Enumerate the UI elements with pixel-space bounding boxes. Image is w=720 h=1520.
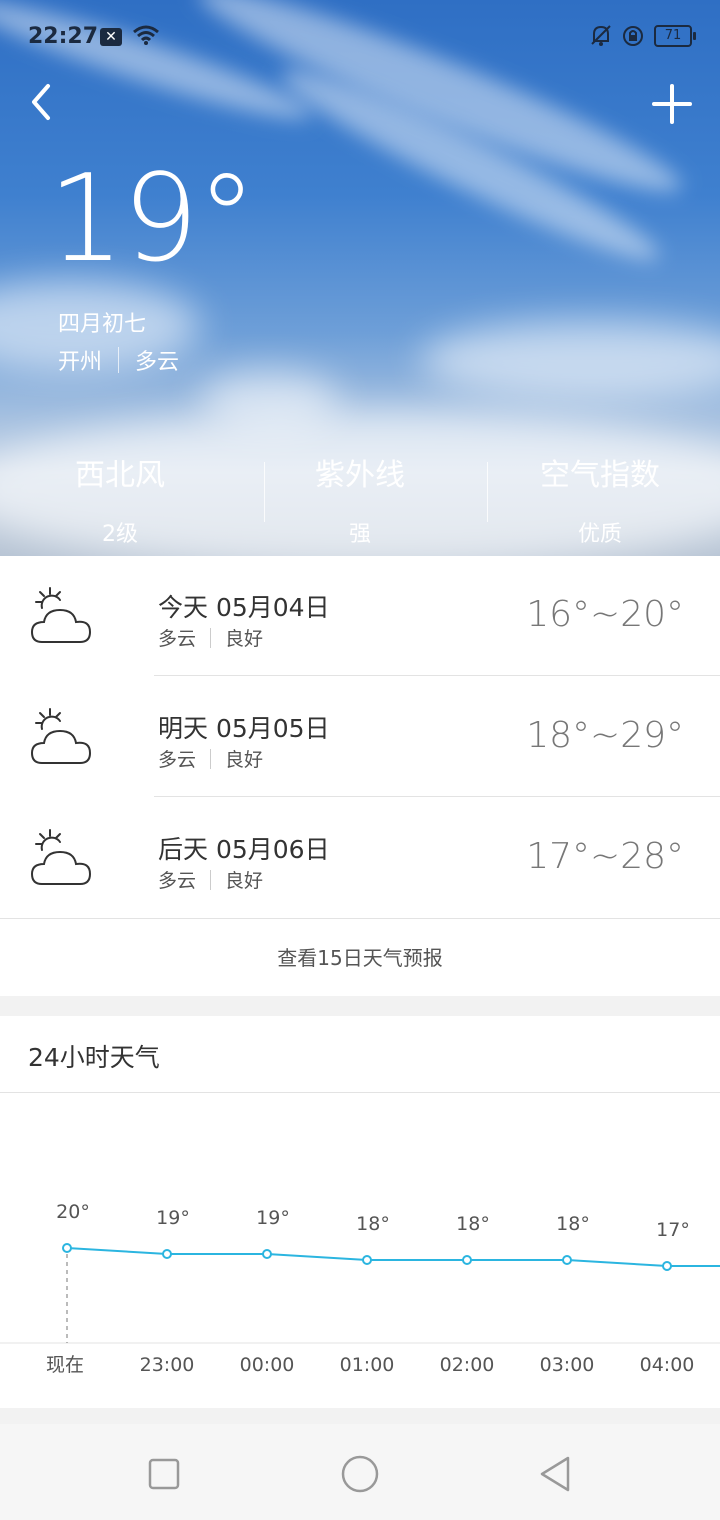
forecast-desc: 多云 良好 <box>158 866 263 893</box>
temperature-point <box>662 1261 672 1271</box>
notification-icon: ✕ <box>100 28 122 46</box>
metric-value: 强 <box>348 522 371 547</box>
forecast-desc: 多云 良好 <box>158 745 263 772</box>
hour-label: 现在 <box>46 1354 84 1376</box>
temperature-point <box>62 1243 72 1253</box>
forecast-date: 今天 05月04日 <box>158 593 330 622</box>
metric-label: 紫外线 <box>315 458 405 493</box>
back-nav-icon[interactable] <box>536 1454 576 1494</box>
metric-value: 2级 <box>102 522 138 547</box>
forecast-range: 16°~20° <box>526 594 684 635</box>
metric-value: 优质 <box>577 522 622 547</box>
forecast-air: 良好 <box>225 870 264 892</box>
temperature-point <box>462 1255 472 1265</box>
forecast-air: 良好 <box>225 749 264 771</box>
wifi-icon <box>133 25 159 45</box>
forecast-range: 18°~29° <box>526 715 684 756</box>
temperature-label: 18° <box>456 1213 490 1235</box>
partly-cloudy-icon <box>30 587 92 643</box>
temperature-label: 19° <box>156 1207 190 1229</box>
city-name: 开州 <box>58 350 103 375</box>
temperature-label: 18° <box>356 1213 390 1235</box>
temperature-label: 17° <box>656 1219 690 1241</box>
home-icon[interactable] <box>340 1454 380 1494</box>
temperature-point <box>562 1255 572 1265</box>
forecast-desc: 多云 良好 <box>158 624 263 651</box>
hour-label: 02:00 <box>440 1354 495 1376</box>
hourly-section: 24小时天气 20° 现在 19° 23:00 19° 00:00 18° 01:00 18° 0… <box>0 1016 720 1408</box>
divider <box>210 869 212 890</box>
forecast-row[interactable]: 明天 05月05日 多云 良好 18°~29° <box>0 677 720 797</box>
status-bar: 22:27 ✕ 71 <box>28 22 696 52</box>
partly-cloudy-icon <box>30 708 92 764</box>
hour-label: 04:00 <box>640 1354 695 1376</box>
forecast-date: 明天 05月05日 <box>158 714 330 743</box>
current-condition: 多云 <box>135 350 180 375</box>
recent-apps-icon[interactable] <box>144 1454 184 1494</box>
metric-uv: 紫外线 强 <box>240 450 480 547</box>
forecast-range: 17°~28° <box>526 836 684 877</box>
back-icon[interactable] <box>28 82 58 122</box>
forecast-condition: 多云 <box>158 749 197 771</box>
cloud <box>200 370 340 430</box>
forecast-condition: 多云 <box>158 628 197 650</box>
partly-cloudy-icon <box>30 829 92 885</box>
weather-metrics: 西北风 2级 紫外线 强 空气指数 优质 <box>0 450 720 547</box>
mute-bell-icon <box>591 25 611 46</box>
hour-label: 00:00 <box>240 1354 295 1376</box>
metric-wind: 西北风 2级 <box>0 450 240 547</box>
hour-label: 23:00 <box>140 1354 195 1376</box>
forecast-row[interactable]: 后天 05月06日 多云 良好 17°~28° <box>0 798 720 918</box>
rotation-lock-icon <box>623 26 643 46</box>
metric-divider <box>264 462 265 522</box>
forecast-air: 良好 <box>225 628 264 650</box>
status-time: 22:27 <box>28 24 99 49</box>
weather-hero: 22:27 ✕ 71 19° 四月初七 开州 多云 西北风 2级 紫外线 强 空… <box>0 0 720 556</box>
location-row: 开州 多云 <box>58 344 179 376</box>
current-temperature: 19° <box>48 150 257 289</box>
divider <box>210 627 212 648</box>
forecast-row[interactable]: 今天 05月04日 多云 良好 16°~20° <box>0 556 720 676</box>
navigation-bar <box>0 1424 720 1520</box>
temperature-label: 18° <box>556 1213 590 1235</box>
battery-indicator: 71 <box>654 25 696 47</box>
add-city-icon[interactable] <box>652 84 692 124</box>
metric-label: 空气指数 <box>540 458 660 493</box>
hourly-temperature-chart: 20° 现在 19° 23:00 19° 00:00 18° 01:00 18° 02:00 18°… <box>0 1201 720 1376</box>
lunar-date: 四月初七 <box>58 312 147 337</box>
temperature-point <box>262 1249 272 1259</box>
temperature-point <box>362 1255 372 1265</box>
temperature-point <box>162 1249 172 1259</box>
hour-label: 03:00 <box>540 1354 595 1376</box>
view-15-day-forecast-link[interactable]: 查看15日天气预报 <box>0 918 720 997</box>
hour-label: 01:00 <box>340 1354 395 1376</box>
divider <box>118 347 120 373</box>
row-divider <box>154 675 720 676</box>
metric-divider <box>487 462 488 522</box>
forecast-date: 后天 05月06日 <box>158 835 330 864</box>
forecast-condition: 多云 <box>158 870 197 892</box>
daily-forecast: 今天 05月04日 多云 良好 16°~20° 明天 05月05日 多云 良好 … <box>0 556 720 996</box>
temperature-label: 20° <box>56 1201 90 1223</box>
metric-label: 西北风 <box>75 458 165 493</box>
hourly-title: 24小时天气 <box>28 1043 160 1072</box>
divider <box>210 748 212 769</box>
cloud <box>420 320 720 400</box>
metric-aqi: 空气指数 优质 <box>480 450 720 547</box>
temperature-label: 19° <box>256 1207 290 1229</box>
row-divider <box>154 796 720 797</box>
